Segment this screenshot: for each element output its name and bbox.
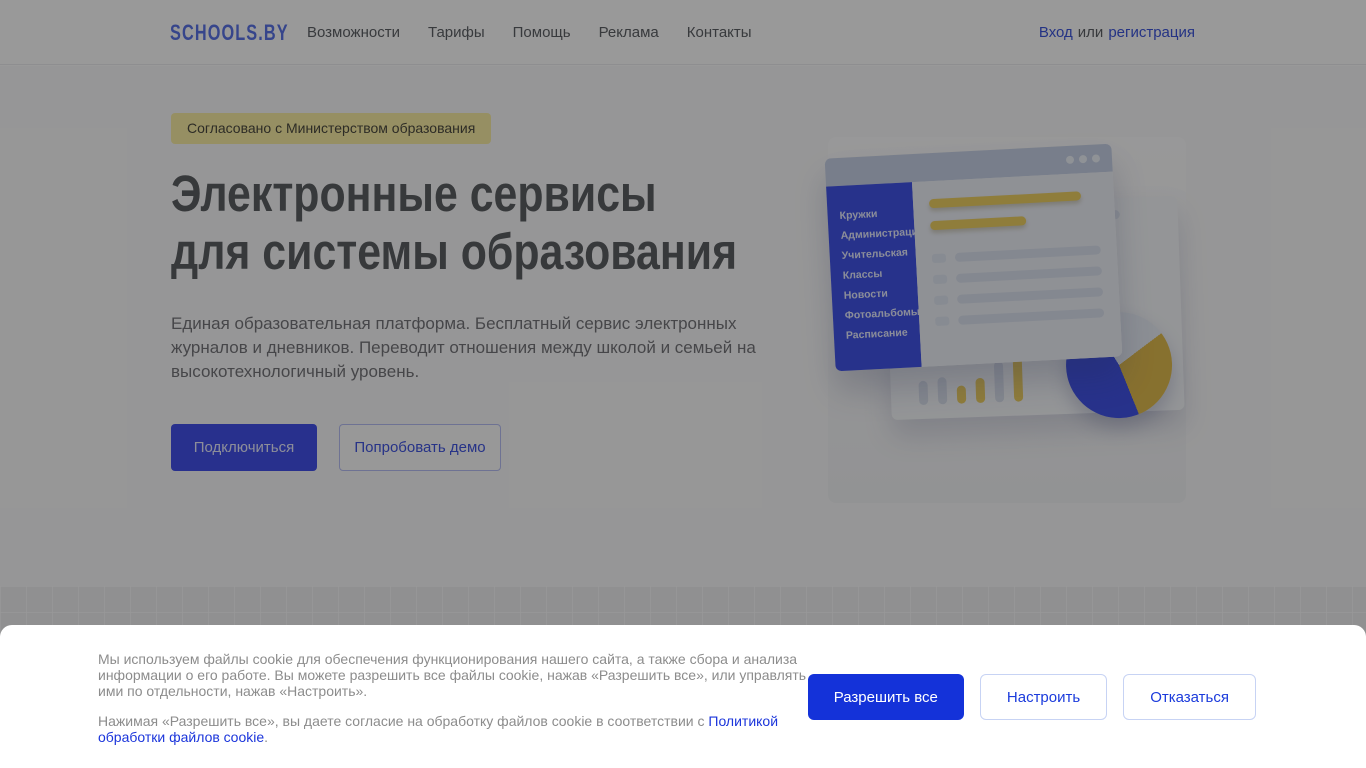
cookie-buttons: Разрешить все Настроить Отказаться — [807, 674, 1256, 720]
cookie-paragraph-2-period: . — [264, 729, 269, 745]
page: SCHOOLS.BY Возможности Тарифы Помощь Рек… — [0, 0, 1366, 768]
configure-cookies-button[interactable]: Настроить — [979, 674, 1108, 720]
cookie-consent-banner: Мы используем файлы cookie для обеспечен… — [0, 625, 1366, 768]
allow-all-cookies-button[interactable]: Разрешить все — [807, 674, 964, 720]
cookie-text: Мы используем файлы cookie для обеспечен… — [98, 651, 816, 745]
cookie-paragraph-2-text: Нажимая «Разрешить все», вы даете соглас… — [98, 713, 709, 729]
decline-cookies-button[interactable]: Отказаться — [1123, 674, 1256, 720]
cookie-paragraph-2: Нажимая «Разрешить все», вы даете соглас… — [98, 713, 816, 745]
cookie-paragraph-1: Мы используем файлы cookie для обеспечен… — [98, 651, 807, 699]
